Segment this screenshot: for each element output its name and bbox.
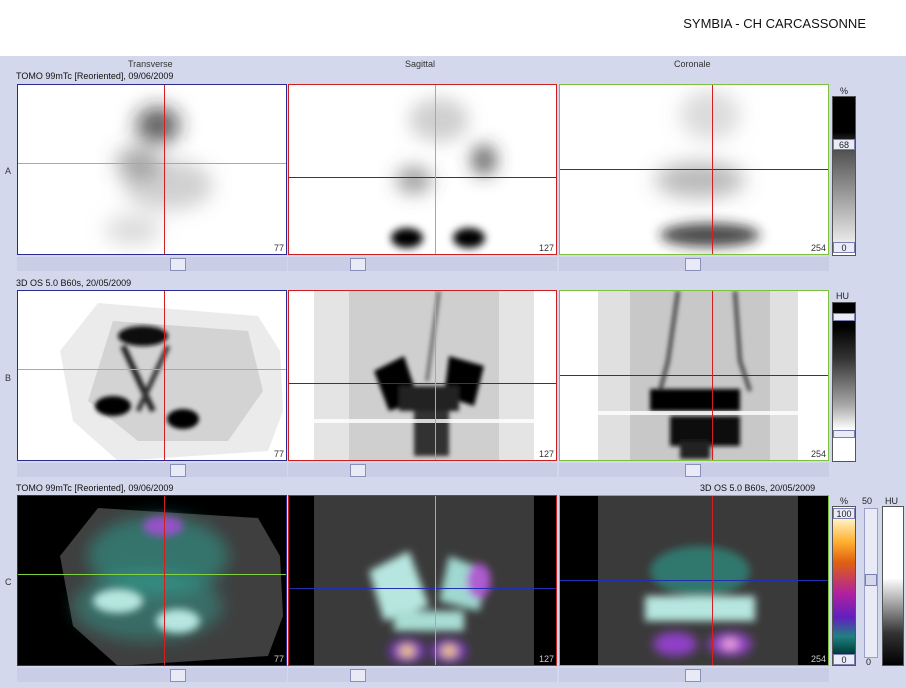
ct-sagittal-image <box>314 291 534 460</box>
slice-number: 254 <box>810 654 826 664</box>
scroll-thumb[interactable] <box>685 669 701 682</box>
viewport-a-coronal[interactable]: 254 <box>559 84 829 255</box>
crosshair-vertical <box>712 291 713 460</box>
scroll-thumb[interactable] <box>685 464 701 477</box>
crosshair-horizontal <box>18 574 286 575</box>
crosshair-horizontal <box>18 163 286 164</box>
colorbar-c-hu-scale-bottom: 0 <box>866 657 872 667</box>
row-label-c: C <box>5 577 12 587</box>
fusion-transverse-image <box>60 508 283 665</box>
crosshair-vertical <box>164 291 165 460</box>
column-header-transverse: Transverse <box>128 59 173 69</box>
crosshair-vertical <box>164 85 165 254</box>
viewport-b-transverse[interactable]: 77 <box>17 290 287 461</box>
row-label-a: A <box>5 166 12 176</box>
viewport-c-sagittal[interactable]: 127 <box>288 495 557 666</box>
scroll-thumb[interactable] <box>685 258 701 271</box>
ct-transverse-image <box>60 303 283 460</box>
slice-number: 127 <box>538 449 554 459</box>
site-title: SYMBIA - CH CARCASSONNE <box>683 16 866 31</box>
colorbar-a-unit: % <box>840 86 849 96</box>
column-header-sagittal: Sagittal <box>405 59 436 69</box>
colorbar-a[interactable] <box>832 96 856 256</box>
crosshair-vertical <box>435 291 436 460</box>
crosshair-horizontal <box>289 177 556 178</box>
colorbar-c-spect[interactable] <box>832 506 856 666</box>
row-label-b: B <box>5 373 12 383</box>
spect-coronal-image <box>655 90 760 247</box>
fusion-coronal-image <box>598 496 798 665</box>
viewport-a-sagittal[interactable]: 127 <box>288 84 557 255</box>
scrollbar-a-transverse[interactable] <box>17 257 287 271</box>
viewport-a-transverse[interactable]: 77 <box>17 84 287 255</box>
crosshair-horizontal <box>289 383 556 384</box>
colorbar-b[interactable] <box>832 302 856 462</box>
ct-coronal-image <box>598 291 798 460</box>
scrollbar-b-transverse[interactable] <box>17 463 287 477</box>
row-c-info-right: 3D OS 5.0 B60s, 20/05/2009 <box>700 483 816 493</box>
colorbar-c-bottom-value[interactable]: 0 <box>833 654 855 665</box>
crosshair-horizontal <box>560 375 828 376</box>
crosshair-vertical <box>164 496 165 665</box>
scrollbar-a-coronal[interactable] <box>559 257 829 271</box>
colorbar-c-ct[interactable] <box>882 506 904 666</box>
fusion-sagittal-image <box>314 496 534 665</box>
viewport-c-transverse[interactable]: 77 <box>17 495 287 666</box>
colorbar-c-unit-hu: HU <box>885 496 898 506</box>
blend-slider-track[interactable] <box>864 508 878 658</box>
slice-number: 254 <box>810 243 826 253</box>
crosshair-horizontal <box>18 369 286 370</box>
column-header-coronal: Coronale <box>674 59 711 69</box>
colorbar-c-unit-pct: % <box>840 496 849 506</box>
scrollbar-c-coronal[interactable] <box>559 668 829 682</box>
scroll-thumb[interactable] <box>170 258 186 271</box>
crosshair-vertical <box>712 85 713 254</box>
scroll-thumb[interactable] <box>350 464 366 477</box>
scroll-thumb[interactable] <box>170 669 186 682</box>
spect-sagittal-image <box>391 98 496 248</box>
scrollbar-b-coronal[interactable] <box>559 463 829 477</box>
viewport-b-coronal[interactable]: 254 <box>559 290 829 461</box>
viewport-c-coronal[interactable]: 254 <box>559 495 829 666</box>
row-c-info-left: TOMO 99mTc [Reoriented], 09/06/2009 <box>16 483 174 493</box>
scrollbar-c-sagittal[interactable] <box>288 668 557 682</box>
spect-transverse-image <box>105 107 213 245</box>
crosshair-vertical <box>435 496 436 665</box>
colorbar-c-top-value[interactable]: 100 <box>833 508 855 519</box>
scroll-thumb[interactable] <box>170 464 186 477</box>
crosshair-vertical <box>435 85 436 254</box>
blend-slider-thumb[interactable] <box>865 574 877 586</box>
scroll-thumb[interactable] <box>350 258 366 271</box>
slice-number: 127 <box>538 243 554 253</box>
slice-number: 254 <box>810 449 826 459</box>
scrollbar-b-sagittal[interactable] <box>288 463 557 477</box>
row-a-info: TOMO 99mTc [Reoriented], 09/06/2009 <box>16 71 174 81</box>
title-bar: SYMBIA - CH CARCASSONNE <box>0 0 906 56</box>
colorbar-b-upper-handle[interactable] <box>833 313 855 321</box>
colorbar-a-bottom-value[interactable]: 0 <box>833 242 855 253</box>
scrollbar-a-sagittal[interactable] <box>288 257 557 271</box>
crosshair-vertical <box>712 496 713 665</box>
crosshair-horizontal <box>560 169 828 170</box>
scrollbar-c-transverse[interactable] <box>17 668 287 682</box>
colorbar-c-hu-scale-top: 50 <box>862 496 873 506</box>
colorbar-a-top-value[interactable]: 68 <box>833 139 855 150</box>
scroll-thumb[interactable] <box>350 669 366 682</box>
slice-number: 127 <box>538 654 554 664</box>
colorbar-b-lower-handle[interactable] <box>833 430 855 438</box>
slice-number: 77 <box>273 654 284 664</box>
row-b-info: 3D OS 5.0 B60s, 20/05/2009 <box>16 278 132 288</box>
slice-number: 77 <box>273 243 284 253</box>
viewport-b-sagittal[interactable]: 127 <box>288 290 557 461</box>
crosshair-horizontal <box>289 588 556 589</box>
slice-number: 77 <box>273 449 284 459</box>
crosshair-horizontal <box>560 580 828 581</box>
colorbar-b-unit: HU <box>836 291 849 301</box>
